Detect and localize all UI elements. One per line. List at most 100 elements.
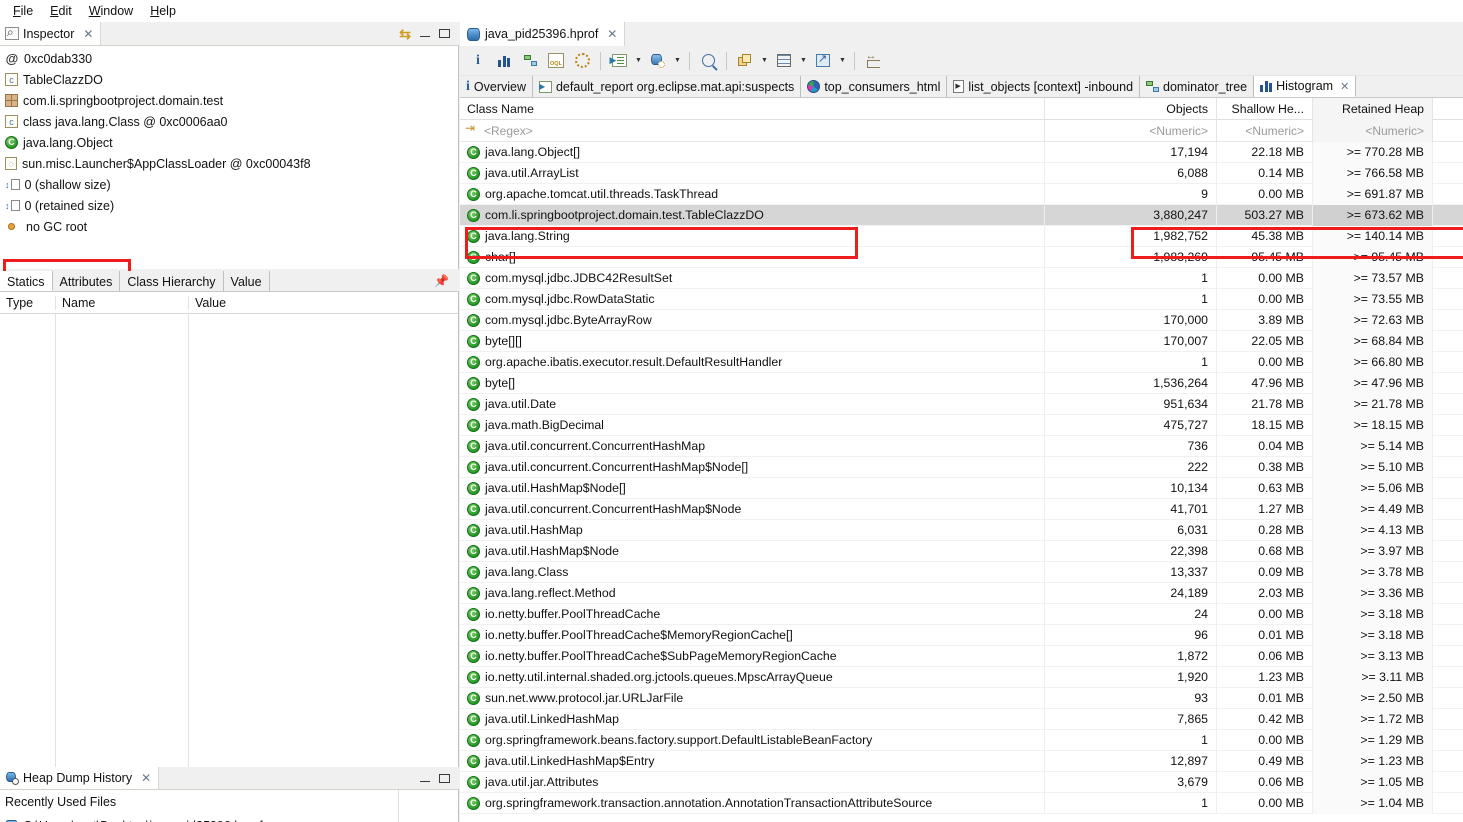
objects-filter-input[interactable]: <Numeric> — [1044, 119, 1216, 142]
menu-file[interactable]: File — [6, 2, 43, 20]
close-icon[interactable]: ✕ — [141, 771, 151, 785]
run-expert-system-icon[interactable] — [570, 49, 594, 73]
cell-shallow-heap: 0.00 MB — [1216, 288, 1312, 310]
tab-heap-dump-editor[interactable]: java_pid25396.hprof ✕ — [460, 22, 626, 46]
calculator-icon[interactable] — [772, 49, 796, 73]
inspector-row-classobject[interactable]: class java.lang.Class @ 0xc0006aa0 — [0, 111, 458, 132]
close-icon[interactable]: ✕ — [1340, 80, 1349, 93]
chevron-down-icon[interactable]: ▼ — [837, 49, 848, 73]
copy-icon[interactable] — [733, 49, 757, 73]
table-row[interactable]: java.util.HashMap$Node[] 10,1340.63 MB>= … — [460, 477, 1463, 499]
menu-window[interactable]: Window — [82, 2, 143, 20]
table-row[interactable]: org.springframework.beans.factory.suppor… — [460, 729, 1463, 751]
table-row[interactable]: java.util.LinkedHashMap$Entry 12,8970.49 … — [460, 750, 1463, 772]
table-row[interactable]: io.netty.util.internal.shaded.org.jctool… — [460, 666, 1463, 688]
minimize-icon[interactable] — [420, 780, 430, 782]
compare-icon[interactable] — [861, 49, 885, 73]
tab-dominator-tree[interactable]: dominator_tree — [1140, 76, 1255, 97]
table-row[interactable]: io.netty.buffer.PoolThreadCache 240.00 MB… — [460, 603, 1463, 625]
dominator-tree-icon[interactable] — [518, 49, 542, 73]
tab-value[interactable]: Value — [223, 271, 270, 291]
table-row[interactable]: com.mysql.jdbc.RowDataStatic 10.00 MB>= 7… — [460, 288, 1463, 310]
table-row[interactable]: java.lang.reflect.Method 24,1892.03 MB>= … — [460, 582, 1463, 604]
inspector-row-classloader[interactable]: sun.misc.Launcher$AppClassLoader @ 0xc00… — [0, 153, 458, 174]
chevron-down-icon[interactable]: ▼ — [759, 49, 770, 73]
maximize-icon[interactable] — [439, 29, 450, 38]
table-row[interactable]: java.lang.String 1,982,75245.38 MB>= 140.… — [460, 225, 1463, 247]
column-header-class-name[interactable]: Class Name — [460, 98, 1044, 120]
regex-filter-input[interactable]: <Regex> — [484, 124, 533, 138]
table-row[interactable]: org.apache.ibatis.executor.result.Defaul… — [460, 351, 1463, 373]
inspector-row-gc-root[interactable]: no GC root — [0, 216, 458, 237]
column-header-value[interactable]: Value — [188, 295, 458, 310]
shallow-heap-filter-input[interactable]: <Numeric> — [1216, 119, 1312, 142]
inspector-row-superclass[interactable]: java.lang.Object — [0, 132, 458, 153]
chevron-down-icon[interactable]: ▼ — [633, 49, 644, 73]
chevron-down-icon[interactable]: ▼ — [798, 49, 809, 73]
retained-heap-filter-input[interactable]: <Numeric> — [1312, 119, 1432, 142]
menu-edit[interactable]: Edit — [43, 2, 82, 20]
table-row[interactable]: io.netty.buffer.PoolThreadCache$MemoryRe… — [460, 624, 1463, 646]
column-header-name[interactable]: Name — [55, 295, 188, 310]
table-row[interactable]: io.netty.buffer.PoolThreadCache$SubPageM… — [460, 645, 1463, 667]
minimize-icon[interactable] — [420, 36, 430, 37]
table-row[interactable]: sun.net.www.protocol.jar.URLJarFile 930.0… — [460, 687, 1463, 709]
search-icon[interactable] — [696, 49, 720, 73]
table-row[interactable]: java.util.concurrent.ConcurrentHashMap$N… — [460, 498, 1463, 520]
inspector-row-shallow-size[interactable]: ↕ 0 (shallow size) — [0, 174, 458, 195]
oql-icon[interactable] — [544, 49, 568, 73]
tab-overview[interactable]: i Overview — [460, 76, 533, 97]
table-row[interactable]: byte[][] 170,00722.05 MB>= 68.84 MB — [460, 330, 1463, 352]
column-header-objects[interactable]: Objects — [1044, 97, 1216, 120]
table-row[interactable]: char[] 1,983,26995.45 MB>= 95.45 MB — [460, 246, 1463, 268]
column-header-shallow-heap[interactable]: Shallow He... — [1216, 97, 1312, 120]
table-row[interactable]: java.util.Date 951,63421.78 MB>= 21.78 MB — [460, 393, 1463, 415]
inspector-row-classname[interactable]: TableClazzDO — [0, 69, 458, 90]
table-row[interactable]: com.mysql.jdbc.ByteArrayRow 170,0003.89 M… — [460, 309, 1463, 331]
inspector-row-package[interactable]: com.li.springbootproject.domain.test — [0, 90, 458, 111]
tab-statics[interactable]: Statics — [0, 271, 53, 291]
table-row[interactable]: java.util.ArrayList 6,0880.14 MB>= 766.58… — [460, 162, 1463, 184]
table-row[interactable]: java.math.BigDecimal 475,72718.15 MB>= 18… — [460, 414, 1463, 436]
chevron-down-icon[interactable]: ▼ — [672, 49, 683, 73]
close-icon[interactable]: ✕ — [83, 27, 93, 41]
maximize-icon[interactable] — [439, 773, 450, 783]
inspector-row-retained-size[interactable]: ↕ 0 (retained size) — [0, 195, 458, 216]
table-row[interactable]: java.util.concurrent.ConcurrentHashMap 73… — [460, 435, 1463, 457]
tab-list-objects[interactable]: list_objects [context] -inbound — [947, 76, 1141, 97]
table-row[interactable]: java.util.concurrent.ConcurrentHashMap$N… — [460, 456, 1463, 478]
close-icon[interactable]: ✕ — [607, 27, 617, 41]
pin-icon[interactable]: 📌 — [434, 271, 459, 291]
menu-help[interactable]: Help — [143, 2, 186, 20]
open-query-browser-icon[interactable] — [607, 49, 631, 73]
table-row[interactable]: java.lang.Class 13,3370.09 MB>= 3.78 MB — [460, 561, 1463, 583]
tab-heap-dump-history[interactable]: Heap Dump History ✕ — [0, 767, 160, 789]
table-row[interactable]: java.util.HashMap$Node 22,3980.68 MB>= 3.… — [460, 540, 1463, 562]
table-row[interactable]: java.util.jar.Attributes 3,6790.06 MB>= 1… — [460, 771, 1463, 793]
table-row[interactable]: java.util.LinkedHashMap 7,8650.42 MB>= 1.… — [460, 708, 1463, 730]
column-header-retained-heap[interactable]: Retained Heap — [1312, 97, 1432, 120]
class-name-filter-cell[interactable]: <Regex> — [460, 120, 1044, 142]
table-row[interactable]: com.li.springbootproject.domain.test.Tab… — [460, 204, 1463, 226]
tab-default-report[interactable]: default_report org.eclipse.mat.api:suspe… — [532, 76, 802, 97]
tab-inspector[interactable]: Inspector ✕ — [0, 22, 102, 45]
table-row[interactable]: java.util.HashMap 6,0310.28 MB>= 4.13 MB — [460, 519, 1463, 541]
heap-dump-settings-icon[interactable] — [646, 49, 670, 73]
tab-class-hierarchy[interactable]: Class Hierarchy — [120, 271, 224, 291]
tab-histogram[interactable]: Histogram ✕ — [1254, 76, 1357, 97]
table-row[interactable]: org.apache.tomcat.util.threads.TaskThrea… — [460, 183, 1463, 205]
histogram-icon[interactable] — [492, 49, 516, 73]
export-icon[interactable] — [811, 49, 835, 73]
list-item[interactable]: C:\Users\root\Desktop\java_pid25396.hpro… — [0, 814, 458, 822]
tab-attributes[interactable]: Attributes — [52, 271, 121, 291]
table-row[interactable]: org.springframework.transaction.annotati… — [460, 792, 1463, 814]
link-with-selection-icon[interactable]: ⇆ — [399, 27, 411, 41]
table-row[interactable]: byte[] 1,536,26447.96 MB>= 47.96 MB — [460, 372, 1463, 394]
column-header-type[interactable]: Type — [0, 296, 55, 310]
table-row[interactable]: java.lang.Object[] 17,19422.18 MB>= 770.2… — [460, 142, 1463, 163]
tab-top-consumers[interactable]: top_consumers_html — [801, 76, 948, 97]
inspector-row-address[interactable]: @ 0xc0dab330 — [0, 48, 458, 69]
table-row[interactable]: com.mysql.jdbc.JDBC42ResultSet 10.00 MB>=… — [460, 267, 1463, 289]
info-icon[interactable]: i — [466, 49, 490, 73]
histogram-row-list[interactable]: java.lang.Object[] 17,19422.18 MB>= 770.2… — [460, 142, 1463, 822]
